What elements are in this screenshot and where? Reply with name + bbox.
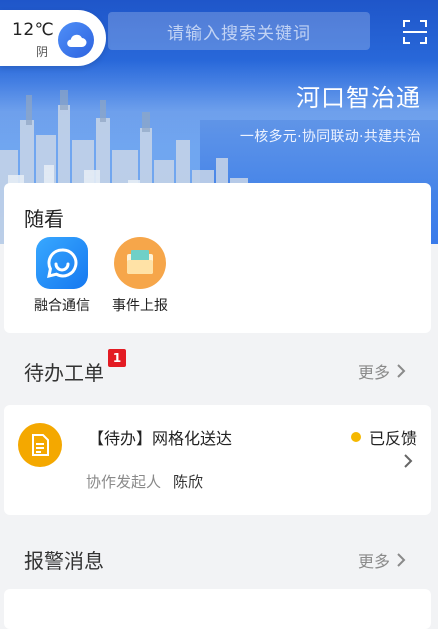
- status-badge: 已反馈: [350, 425, 417, 449]
- todo-more-link[interactable]: 更多: [358, 359, 406, 383]
- meta-label: 协作发起人: [86, 473, 162, 491]
- chevron-right-icon: [397, 364, 406, 378]
- app-label: 融合通信: [34, 298, 90, 314]
- more-label: 更多: [357, 552, 390, 571]
- app-label: 事件上报: [112, 298, 168, 314]
- quick-access-title: 随看: [24, 207, 64, 231]
- quick-access-card: 随看 融合通信 事件上报: [4, 183, 431, 333]
- search-placeholder: 请输入搜索关键词: [167, 23, 311, 44]
- app-title: 河口智治通: [296, 84, 421, 112]
- todo-count-badge: 1: [108, 349, 126, 367]
- scan-icon[interactable]: [402, 19, 428, 45]
- cloud-icon: [58, 22, 94, 58]
- app-event-report[interactable]: 事件上报: [100, 237, 180, 315]
- alarm-more-link[interactable]: 更多: [358, 548, 406, 572]
- weather-condition-text: 阴: [36, 45, 49, 59]
- document-icon: [18, 423, 62, 467]
- chevron-right-icon: [404, 454, 413, 468]
- app-fusion-communication[interactable]: 融合通信: [22, 237, 102, 315]
- weather-widget[interactable]: 12℃ 阴: [0, 10, 106, 66]
- todo-section-title: 待办工单: [24, 361, 104, 385]
- app-slogan: 一核多元·协同联动·共建共治: [239, 129, 421, 145]
- todo-item-card[interactable]: 【待办】网格化送达 已反馈 协作发起人 陈欣: [4, 405, 431, 515]
- alarm-list-card: [4, 589, 431, 629]
- todo-item-title: 【待办】网格化送达: [88, 429, 233, 448]
- status-text: 已反馈: [368, 429, 417, 448]
- status-dot: [350, 432, 361, 442]
- chat-bubble-icon: [36, 237, 88, 289]
- meta-value: 陈欣: [173, 473, 204, 491]
- temperature-text: 12℃: [12, 20, 55, 40]
- chevron-right-icon: [397, 553, 406, 567]
- folder-icon: [114, 237, 166, 289]
- more-label: 更多: [357, 363, 390, 382]
- alarm-section-title: 报警消息: [24, 549, 104, 573]
- todo-item-meta: 协作发起人 陈欣: [86, 471, 203, 492]
- search-input[interactable]: 请输入搜索关键词: [108, 12, 370, 50]
